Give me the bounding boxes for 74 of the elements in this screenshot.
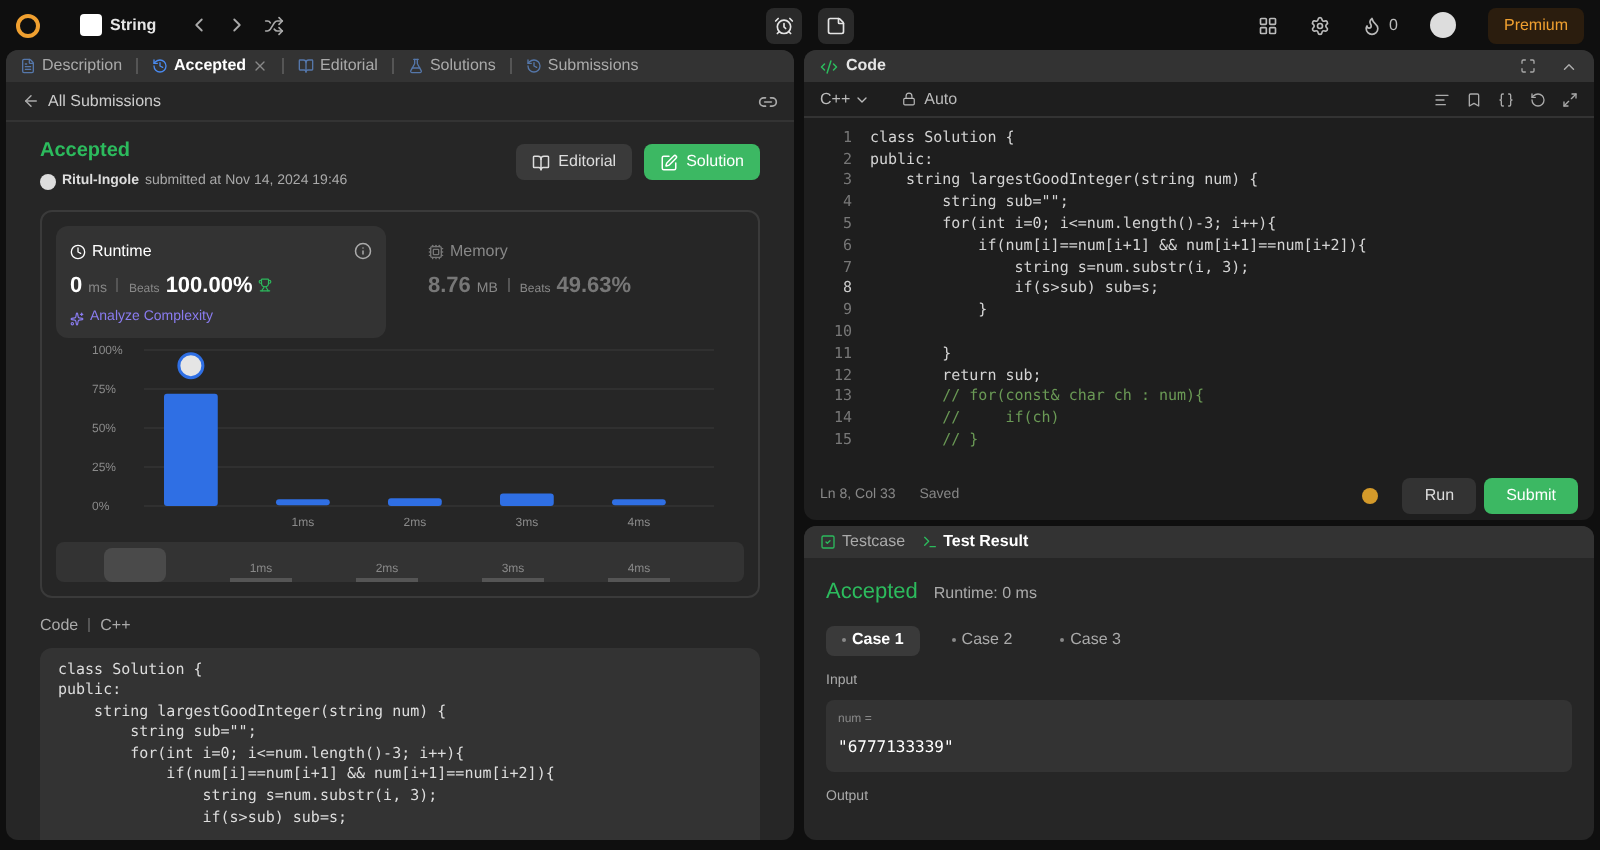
- expand-icon[interactable]: [1562, 91, 1578, 107]
- code-label: Code: [40, 613, 79, 637]
- sparkle-icon: [70, 311, 84, 326]
- metric-value: 8.76: [428, 271, 471, 301]
- tab-icon: [298, 58, 315, 74]
- panel-tab[interactable]: Solutions: [401, 54, 502, 78]
- shuffle-icon[interactable]: [264, 15, 285, 35]
- info-icon[interactable]: [354, 242, 372, 260]
- premium-button[interactable]: Premium: [1487, 7, 1584, 43]
- avatar-marker-icon: [177, 351, 205, 379]
- case-tab[interactable]: Case 3: [1044, 625, 1138, 655]
- mode-label: Auto: [924, 87, 958, 111]
- chart-bar[interactable]: [612, 498, 666, 505]
- alarm-clock-icon: [774, 15, 795, 35]
- book-icon: [532, 153, 551, 171]
- code-icon: [820, 57, 838, 75]
- beats-percentage: 49.63%: [556, 271, 632, 301]
- format-icon[interactable]: [1434, 91, 1450, 107]
- settings-icon[interactable]: [1309, 15, 1330, 35]
- back-arrow-icon[interactable]: [22, 92, 40, 110]
- grid-icon[interactable]: [1257, 15, 1278, 35]
- bookmark-icon[interactable]: [1466, 91, 1482, 107]
- avatar-icon[interactable]: [1429, 12, 1456, 38]
- submission-status: Accepted: [40, 138, 133, 166]
- problem-list-title[interactable]: String: [110, 13, 157, 37]
- panel-tab[interactable]: Accepted: [146, 54, 275, 78]
- flame-icon[interactable]: [1361, 15, 1382, 35]
- trophy-icon: [258, 277, 273, 291]
- notes-button[interactable]: [818, 7, 855, 43]
- note-icon: [826, 15, 847, 35]
- editorial-button[interactable]: Editorial: [516, 144, 633, 180]
- tab-icon: [525, 58, 542, 74]
- case-tab[interactable]: Case 1: [826, 625, 920, 655]
- code-language: C++: [100, 613, 131, 637]
- braces-icon[interactable]: [1498, 91, 1514, 107]
- panel-tab[interactable]: Testcase: [820, 530, 906, 554]
- metric-value: 0: [70, 271, 83, 301]
- streak-count: 0: [1389, 13, 1398, 37]
- chart-bar[interactable]: [276, 498, 330, 505]
- result-runtime: Runtime: 0 ms: [933, 582, 1037, 606]
- panel-tab[interactable]: Test Result: [921, 530, 1029, 554]
- close-icon[interactable]: [252, 58, 269, 74]
- clock-icon: [70, 243, 86, 259]
- editor-title: Code: [846, 54, 886, 78]
- debug-icon[interactable]: [1362, 488, 1379, 504]
- tab-icon: [152, 58, 169, 74]
- fullscreen-icon[interactable]: [1520, 58, 1536, 74]
- case-tab[interactable]: Case 2: [935, 625, 1029, 655]
- run-button[interactable]: Run: [1402, 478, 1477, 514]
- reset-icon[interactable]: [1530, 91, 1546, 107]
- user-avatar-icon: [40, 174, 56, 191]
- panel-tab[interactable]: Description: [14, 54, 129, 78]
- logo-icon[interactable]: [16, 13, 40, 37]
- result-status: Accepted: [826, 578, 918, 608]
- timer-button[interactable]: [766, 7, 803, 43]
- lock-icon: [902, 92, 917, 106]
- language-select[interactable]: C++: [820, 87, 871, 111]
- metric-title: Memory: [450, 239, 508, 263]
- panel-tab[interactable]: Submissions: [519, 54, 645, 78]
- panel-tab[interactable]: Editorial: [292, 54, 384, 78]
- metric-title: Runtime: [92, 239, 152, 263]
- tab-icon: [20, 58, 36, 74]
- link-icon[interactable]: [758, 91, 778, 111]
- edit-icon: [660, 153, 679, 171]
- terminal-icon: [921, 534, 938, 550]
- chip-icon: [428, 243, 444, 259]
- beats-percentage: 100.00%: [165, 271, 253, 301]
- parameter-value: "6777133339": [838, 736, 956, 760]
- chart-bar[interactable]: [500, 492, 554, 505]
- chart-bar[interactable]: [388, 497, 442, 505]
- all-submissions-link[interactable]: All Submissions: [48, 89, 161, 113]
- tab-icon: [407, 58, 424, 74]
- overview-handle[interactable]: [104, 547, 166, 581]
- checkbox-icon: [820, 534, 836, 550]
